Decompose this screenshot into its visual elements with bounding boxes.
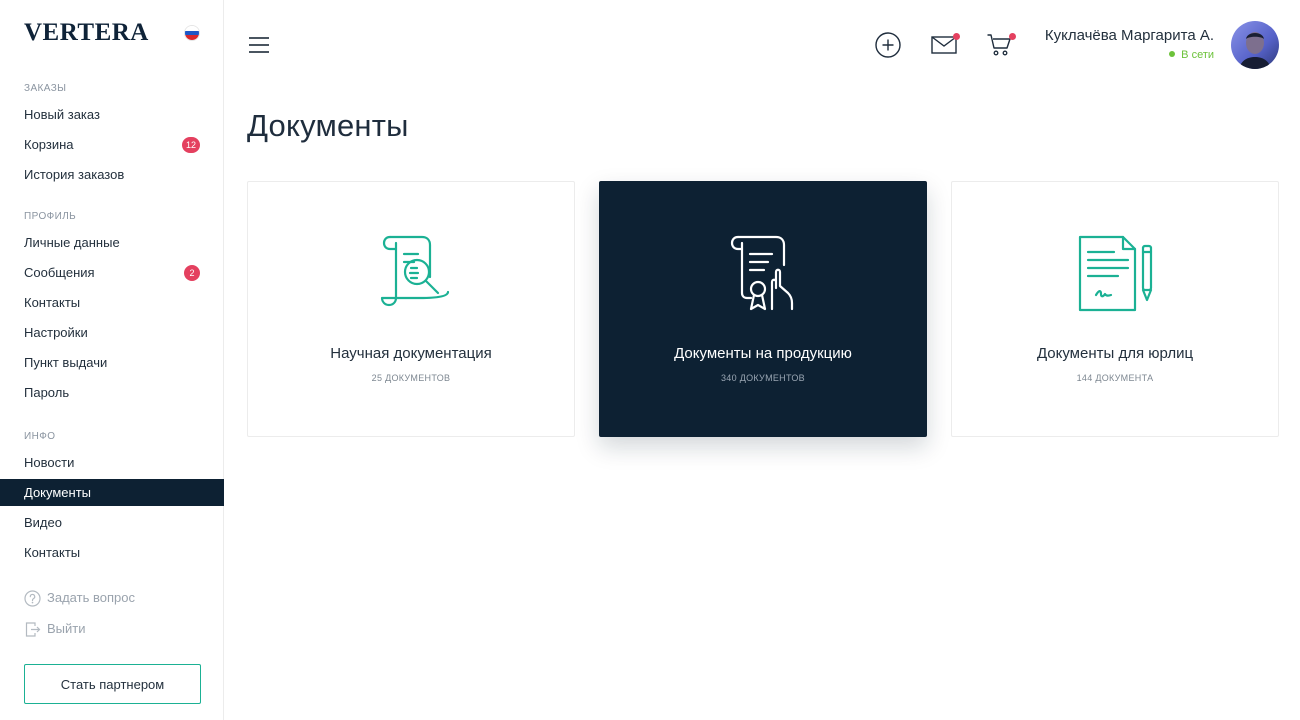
card-title: Документы на продукцию [674, 345, 852, 362]
menu-icon[interactable] [249, 37, 269, 53]
sidebar-item-documents[interactable]: Документы [0, 479, 224, 506]
sidebar-item-pickup-point[interactable]: Пункт выдачи [0, 349, 224, 376]
vertera-logo[interactable]: VERTERA [24, 20, 149, 46]
sidebar-item-label: Контакты [24, 545, 81, 560]
sidebar-item-label: Корзина [24, 137, 74, 152]
sidebar-item-password[interactable]: Пароль [0, 379, 224, 406]
card-count: 144 ДОКУМЕНТА [1076, 373, 1154, 383]
sidebar-item-new-order[interactable]: Новый заказ [0, 101, 224, 128]
become-partner-button[interactable]: Стать партнером [24, 664, 201, 704]
sidebar-item-settings[interactable]: Настройки [0, 319, 224, 346]
sidebar-item-label: История заказов [24, 167, 125, 182]
question-circle-icon [24, 589, 41, 607]
cart-icon[interactable] [986, 31, 1016, 59]
cart-notification-dot [1009, 33, 1016, 40]
sidebar: VERTERA ЗАКАЗЫ Новый заказ Корзина 12 Ист… [0, 0, 224, 720]
card-count: 340 ДОКУМЕНТОВ [721, 373, 805, 383]
sidebar-item-label: Новости [24, 455, 75, 470]
page-title: Документы [247, 108, 409, 143]
document-pen-icon [1078, 235, 1153, 312]
section-title-info: ИНФО [24, 431, 56, 442]
sidebar-item-cart[interactable]: Корзина 12 [0, 131, 224, 158]
logo-row: VERTERA [24, 20, 200, 46]
avatar[interactable] [1231, 21, 1279, 69]
logout-icon [25, 621, 41, 637]
sidebar-item-label: Настройки [24, 325, 88, 340]
sidebar-item-contacts[interactable]: Контакты [0, 289, 224, 316]
sidebar-item-label: Контакты [24, 295, 81, 310]
user-status: В сети [1169, 49, 1214, 61]
mail-icon[interactable] [930, 31, 960, 59]
card-count: 25 ДОКУМЕНТОВ [371, 373, 451, 383]
cart-count-badge: 12 [181, 137, 200, 153]
user-name[interactable]: Куклачёва Маргарита А. [1045, 27, 1214, 44]
card-title: Документы для юрлиц [1036, 345, 1194, 362]
sidebar-item-label: Видео [24, 515, 62, 530]
card-legal-entities-documents[interactable]: Документы для юрлиц 144 ДОКУМЕНТА [951, 181, 1279, 437]
plus-circle-icon[interactable] [874, 31, 902, 59]
ask-question-label: Задать вопрос [47, 590, 135, 605]
sidebar-item-news[interactable]: Новости [0, 449, 224, 476]
sidebar-item-messages[interactable]: Сообщения 2 [0, 259, 224, 286]
card-title: Научная документация [330, 345, 492, 362]
online-dot-icon [1169, 51, 1176, 58]
ask-question-link[interactable]: Задать вопрос [24, 588, 135, 608]
section-title-profile: ПРОФИЛЬ [24, 211, 77, 222]
card-scientific-documentation[interactable]: Научная документация 25 ДОКУМЕНТОВ [247, 181, 575, 437]
certificate-hand-icon [730, 235, 794, 311]
mail-notification-dot [953, 33, 960, 40]
logout-link[interactable]: Выйти [24, 619, 86, 639]
sidebar-item-order-history[interactable]: История заказов [0, 161, 224, 188]
sidebar-item-personal-data[interactable]: Личные данные [0, 229, 224, 256]
card-product-documents[interactable]: Документы на продукцию 340 ДОКУМЕНТОВ [599, 181, 927, 437]
messages-count-badge: 2 [184, 265, 200, 281]
scroll-search-icon [380, 235, 450, 307]
user-status-label: В сети [1181, 49, 1214, 61]
russian-flag-icon[interactable] [184, 25, 200, 41]
sidebar-item-label: Пароль [24, 385, 70, 400]
logout-label: Выйти [47, 621, 86, 636]
section-title-orders: ЗАКАЗЫ [24, 83, 67, 94]
sidebar-item-label: Новый заказ [24, 107, 100, 122]
sidebar-item-label: Пункт выдачи [24, 355, 108, 370]
sidebar-item-video[interactable]: Видео [0, 509, 224, 536]
sidebar-item-info-contacts[interactable]: Контакты [0, 539, 224, 566]
sidebar-item-label: Личные данные [24, 235, 120, 250]
sidebar-item-label: Сообщения [24, 265, 95, 280]
sidebar-item-label: Документы [24, 485, 92, 500]
